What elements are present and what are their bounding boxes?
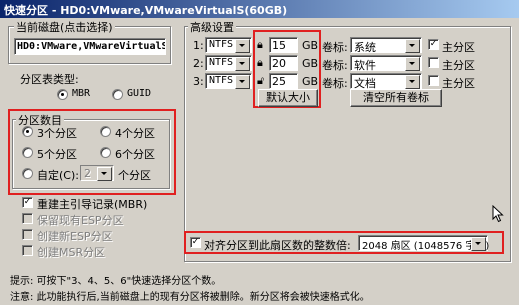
create-esp-checkbox[interactable] (22, 229, 33, 240)
row-1-primary-checkbox[interactable]: ✓ (428, 39, 439, 50)
row-1-index: 1: (193, 39, 204, 52)
row-3-filesystem-value: NTFS (209, 75, 234, 86)
create-esp-label: 创建新ESP分区 (37, 230, 113, 243)
custom-count-value: 2 (84, 167, 91, 180)
current-disk-group-label: 当前磁盘(点击选择) (14, 19, 115, 35)
table-type-label: 分区表类型: (20, 73, 79, 86)
advanced-settings-group-label: 高级设置 (188, 19, 236, 35)
row-1-unit: GB (302, 39, 319, 52)
unlock-icon: 🔓︎ (257, 74, 265, 87)
align-partitions-checkbox[interactable]: ✓ (190, 237, 201, 248)
window-title: 快速分区 - HD0:VMware,VMwareVirtualS(60GB) (4, 4, 288, 17)
row-3-primary-checkbox[interactable] (428, 75, 439, 86)
row-2-index: 2: (193, 57, 204, 70)
disk-select-field[interactable]: HD0:VMware,VMwareVirtualS(6 (14, 38, 166, 55)
mouse-cursor-icon (492, 205, 504, 223)
row-3-primary-label: 主分区 (442, 77, 475, 90)
chevron-down-icon (235, 75, 250, 89)
radio-guid-label: GUID (127, 88, 152, 99)
row-2-filesystem-value: NTFS (209, 57, 234, 68)
row-2-size-input[interactable]: 20 (269, 55, 298, 71)
clear-all-labels-button[interactable]: 清空所有卷标 (350, 89, 442, 107)
radio-custom-count-label: 自定(C): (37, 169, 79, 182)
row-3-index: 3: (193, 75, 204, 88)
radio-custom-count[interactable] (22, 168, 33, 179)
row-1-primary-label: 主分区 (442, 41, 475, 54)
radio-5-partitions-label: 5个分区 (37, 148, 77, 161)
row-2-primary-label: 主分区 (442, 59, 475, 72)
disk-select-value: HD0:VMware,VMwareVirtualS(6 (17, 41, 166, 52)
default-size-button[interactable]: 默认大小 (258, 89, 318, 107)
row-1-volume-label-select[interactable]: 系统 (350, 37, 422, 54)
row-1-size-value: 15 (272, 39, 286, 52)
row-2-volume-label-value: 软件 (354, 59, 376, 72)
title-bar: 快速分区 - HD0:VMware,VMwareVirtualS(60GB) (0, 0, 519, 18)
radio-4-partitions-label: 4个分区 (115, 127, 155, 140)
chevron-down-icon (235, 57, 250, 71)
row-1-label-caption: 卷标: (322, 41, 348, 54)
keep-esp-label: 保留现有ESP分区 (37, 214, 124, 227)
create-msr-checkbox[interactable] (22, 245, 33, 256)
align-partitions-label: 对齐分区到此扇区数的整数倍: (204, 239, 351, 252)
row-2-size-value: 20 (272, 57, 286, 70)
chevron-down-icon (405, 75, 420, 89)
custom-count-suffix: 个分区 (118, 169, 151, 182)
row-2-label-caption: 卷标: (322, 59, 348, 72)
row-3-filesystem-select[interactable]: NTFS (205, 73, 252, 89)
radio-guid[interactable] (112, 89, 123, 100)
rebuild-mbr-checkbox[interactable]: ✓ (22, 197, 33, 208)
chevron-down-icon (235, 39, 250, 53)
radio-5-partitions[interactable] (22, 147, 33, 158)
row-2-volume-label-select[interactable]: 软件 (350, 55, 422, 72)
radio-6-partitions[interactable] (100, 147, 111, 158)
radio-3-partitions-label: 3个分区 (37, 127, 77, 140)
lock-icon: 🔒︎ (257, 56, 263, 69)
radio-mbr[interactable] (57, 89, 68, 100)
row-3-volume-label-select[interactable]: 文档 (350, 73, 422, 90)
row-1-filesystem-value: NTFS (209, 39, 234, 50)
chevron-down-icon (405, 57, 420, 71)
alignment-sector-select[interactable]: 2048 扇区 (1048576 字节) (358, 235, 489, 252)
lock-icon: 🔒︎ (257, 38, 263, 51)
create-msr-label: 创建MSR分区 (37, 246, 106, 259)
row-1-filesystem-select[interactable]: NTFS (205, 37, 252, 53)
row-3-label-caption: 卷标: (322, 77, 348, 90)
row-3-size-input[interactable]: 25 (269, 73, 298, 89)
custom-count-combo[interactable]: 2 (80, 165, 114, 181)
tip-text: 提示: 可按下"3、4、5、6"快速选择分区个数。 (10, 276, 222, 287)
chevron-down-icon (471, 237, 486, 251)
radio-4-partitions[interactable] (100, 126, 111, 137)
row-2-unit: GB (302, 57, 319, 70)
row-2-primary-checkbox[interactable] (428, 57, 439, 68)
row-3-size-value: 25 (272, 75, 286, 88)
radio-6-partitions-label: 6个分区 (115, 148, 155, 161)
row-1-size-input[interactable]: 15 (269, 37, 298, 53)
chevron-down-icon (97, 167, 112, 181)
keep-esp-checkbox[interactable] (22, 213, 33, 224)
rebuild-mbr-label: 重建主引导记录(MBR) (37, 198, 148, 211)
row-1-volume-label-value: 系统 (354, 41, 376, 54)
row-3-unit: GB (302, 75, 319, 88)
radio-3-partitions[interactable] (22, 126, 33, 137)
warning-text: 注意: 此功能执行后,当前磁盘上的现有分区将被删除。新分区将会被快速格式化。 (10, 292, 370, 303)
chevron-down-icon (405, 39, 420, 53)
radio-mbr-label: MBR (72, 88, 91, 99)
row-2-filesystem-select[interactable]: NTFS (205, 55, 252, 71)
